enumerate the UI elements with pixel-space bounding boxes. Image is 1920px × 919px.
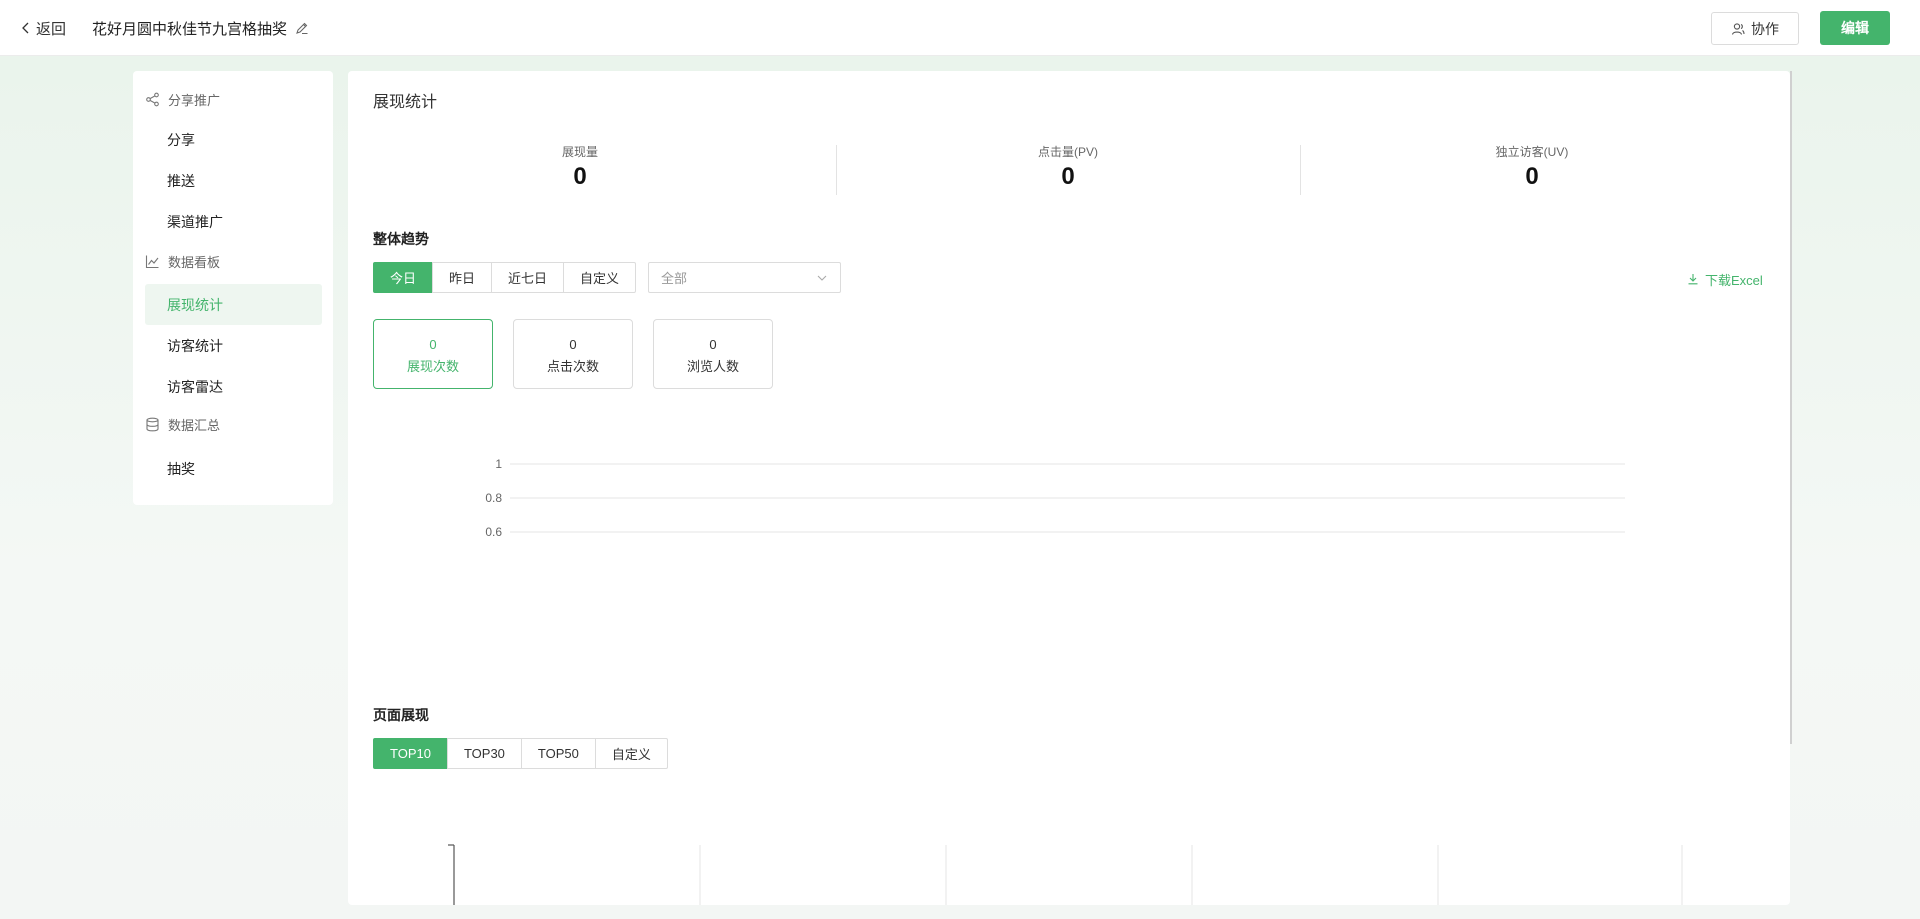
sidebar-group-label: 数据汇总 xyxy=(168,417,221,433)
activity-title: 花好月圆中秋佳节九宫格抽奖 xyxy=(92,20,288,38)
users-icon xyxy=(1731,22,1745,35)
sidebar-item-impression-stats[interactable]: 展现统计 xyxy=(145,284,322,325)
sidebar-item-channel-promotion[interactable]: 渠道推广 xyxy=(145,201,322,242)
collaborate-button[interactable]: 协作 xyxy=(1711,12,1799,45)
scrollbar[interactable] xyxy=(1790,71,1792,744)
sidebar-group-dashboard: 数据看板 xyxy=(145,248,220,274)
chevron-left-icon xyxy=(22,22,29,34)
page-title: 花好月圆中秋佳节九宫格抽奖 xyxy=(92,17,309,39)
sidebar-item-share[interactable]: 分享 xyxy=(145,119,322,160)
database-icon xyxy=(146,417,159,431)
edit-button[interactable]: 编辑 xyxy=(1820,11,1890,45)
sidebar-group-share: 分享推广 xyxy=(145,86,220,112)
sidebar-item-visitor-stats[interactable]: 访客统计 xyxy=(145,325,322,366)
share-icon xyxy=(146,92,159,106)
collaborate-label: 协作 xyxy=(1751,20,1779,37)
sidebar-group-data-summary: 数据汇总 xyxy=(145,411,220,437)
back-button[interactable]: 返回 xyxy=(20,17,66,39)
edit-pencil-icon[interactable] xyxy=(295,21,309,35)
sidebar-item-visitor-radar[interactable]: 访客雷达 xyxy=(145,366,322,407)
sidebar-group-label: 分享推广 xyxy=(168,92,221,108)
sidebar-item-lottery[interactable]: 抽奖 xyxy=(145,448,322,489)
line-chart-icon xyxy=(145,255,159,268)
page-impression-chart xyxy=(448,844,1683,905)
top-header: 返回 花好月圆中秋佳节九宫格抽奖 协作 编辑 xyxy=(0,0,1920,56)
sidebar-item-push[interactable]: 推送 xyxy=(145,160,322,201)
main-panel: 展现统计 展现量 0 点击量(PV) 0 独立访客(UV) 0 整体趋势 今日 … xyxy=(348,71,1790,905)
back-label: 返回 xyxy=(36,20,67,38)
sidebar: 分享推广 分享 推送 渠道推广 数据看板 展现统计 访客统计 访客雷达 数据汇总… xyxy=(133,71,333,505)
sidebar-group-label: 数据看板 xyxy=(168,254,221,270)
